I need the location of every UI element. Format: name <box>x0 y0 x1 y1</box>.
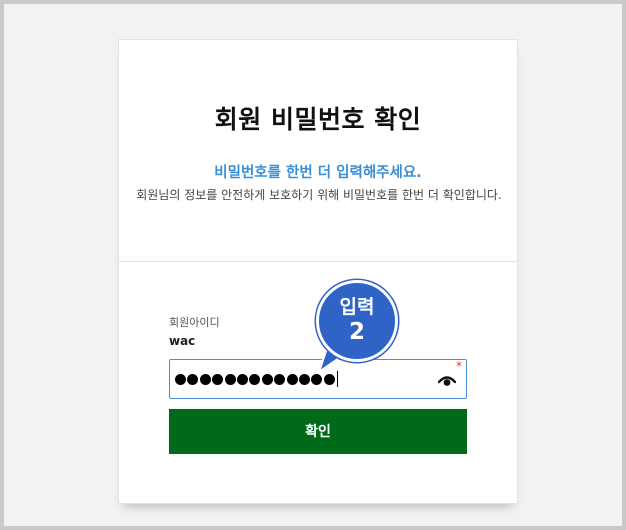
password-dot <box>236 373 248 385</box>
required-mark: * <box>456 359 462 373</box>
password-dot <box>187 373 199 385</box>
member-id-value: wac <box>169 334 196 348</box>
password-dot <box>298 373 310 385</box>
badge-label: 입력 <box>339 296 375 318</box>
password-dot <box>261 373 273 385</box>
password-dot <box>286 373 298 385</box>
password-dot <box>249 373 261 385</box>
password-dot <box>199 373 211 385</box>
password-dot <box>224 373 236 385</box>
confirm-button[interactable]: 확인 <box>169 409 467 454</box>
badge-step-number: 2 <box>348 319 365 345</box>
password-dot <box>274 373 286 385</box>
member-id-label: 회원아이디 <box>169 316 220 329</box>
section-divider <box>119 261 517 262</box>
password-dot <box>175 373 186 385</box>
page-description: 회원님의 정보를 안전하게 보호하기 위해 비밀번호를 한번 더 확인합니다. <box>136 188 502 202</box>
page-title: 회원 비밀번호 확인 <box>214 105 422 134</box>
screenshot-frame: 회원 비밀번호 확인 비밀번호를 한번 더 입력해주세요. 회원님의 정보를 안… <box>4 4 622 526</box>
step-badge: 입력 2 <box>311 280 406 380</box>
password-dot <box>212 373 224 385</box>
password-confirm-card: 회원 비밀번호 확인 비밀번호를 한번 더 입력해주세요. 회원님의 정보를 안… <box>118 39 518 504</box>
page-subtitle: 비밀번호를 한번 더 입력해주세요. <box>214 165 422 181</box>
eye-icon[interactable] <box>438 373 456 387</box>
